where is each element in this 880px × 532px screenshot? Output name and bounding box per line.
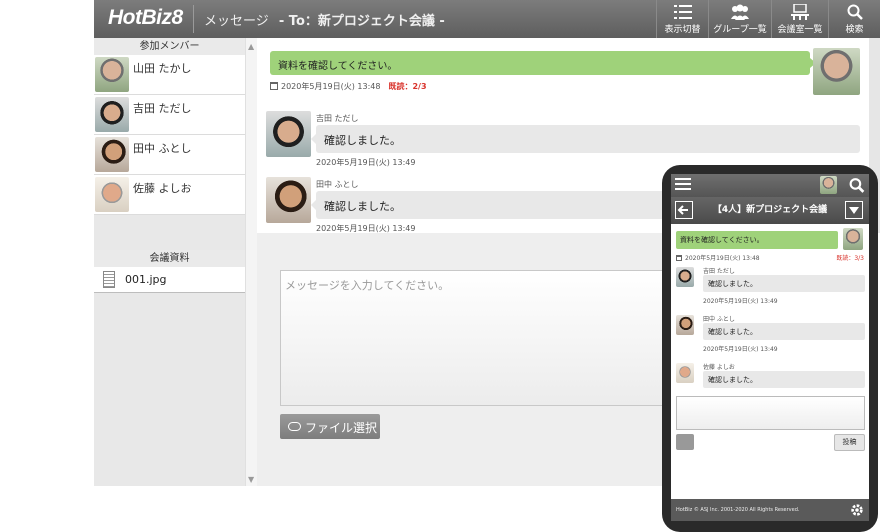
phone-header: [671, 174, 869, 197]
file-select-button[interactable]: ファイル選択: [280, 414, 380, 439]
member-name: 山田 たかし: [133, 62, 192, 75]
attachment-icon[interactable]: [676, 434, 694, 450]
post-button[interactable]: 投稿: [834, 434, 865, 451]
phone-screen: 【4人】新プロジェクト会議 資料を確認してください。 2020年5月19日(火)…: [671, 174, 869, 521]
phone-my-message: 資料を確認してください。: [676, 231, 838, 249]
search-label: 検索: [845, 25, 864, 35]
app-logo[interactable]: HotBiz8: [108, 6, 183, 30]
phone-conversation-title: 【4人】新プロジェクト会議: [712, 205, 828, 215]
member-item[interactable]: 佐藤 よしお: [94, 175, 245, 215]
sender-name: 田中 ふとし: [316, 180, 359, 189]
calendar-icon: [270, 82, 278, 90]
read-count[interactable]: 既読：2/3: [388, 82, 426, 91]
view-toggle-label: 表示切替: [664, 25, 701, 35]
view-toggle-button[interactable]: 表示切替: [656, 0, 708, 38]
member-name: 田中 ふとし: [133, 142, 192, 155]
sender-name: 吉田 ただし: [703, 268, 735, 275]
phone-my-message-meta: 2020年5月19日(火) 13:48 既読：3/3: [676, 253, 864, 262]
members-heading: 参加メンバー: [94, 38, 245, 55]
header-divider: [193, 5, 194, 33]
avatar: [676, 267, 694, 287]
message-date: 2020年5月19日(火) 13:49: [703, 346, 778, 353]
avatar: [95, 177, 129, 212]
header-bar: HotBiz8 メッセージ - To：新プロジェクト会議 - 表示切替 グループ…: [94, 0, 880, 38]
file-item[interactable]: 001.jpg: [94, 267, 245, 293]
phone-read-count[interactable]: 既読：3/3: [836, 253, 864, 262]
avatar: [676, 315, 694, 335]
message-bubble: 確認しました。: [703, 323, 865, 340]
search-icon[interactable]: [848, 177, 866, 194]
member-item[interactable]: 吉田 ただし: [94, 95, 245, 135]
copyright-text: HotBiz © ASJ Inc. 2001-2020 All Rights R…: [676, 507, 800, 513]
meeting-room-list-button[interactable]: 会議室一覧: [771, 0, 828, 38]
message-date: 2020年5月19日(火) 13:49: [316, 158, 416, 167]
file-name: 001.jpg: [125, 273, 167, 286]
search-button[interactable]: 検索: [828, 0, 880, 38]
gear-icon[interactable]: [850, 503, 864, 517]
search-icon: [847, 4, 863, 20]
phone-footer: HotBiz © ASJ Inc. 2001-2020 All Rights R…: [671, 499, 869, 521]
back-arrow-icon[interactable]: [675, 201, 693, 219]
avatar: [266, 111, 311, 157]
avatar[interactable]: [820, 176, 837, 194]
document-icon: [103, 271, 115, 288]
sidebar: 参加メンバー 山田 たかし 吉田 ただし 田中 ふとし 佐藤 よしお 会議資料 …: [94, 38, 245, 486]
my-message-date: 2020年5月19日(火) 13:48: [281, 82, 381, 91]
member-name: 吉田 ただし: [133, 102, 192, 115]
sidebar-scrollbar[interactable]: ▲ ▼: [245, 38, 257, 486]
menu-icon[interactable]: [675, 178, 691, 192]
screen: HotBiz8 メッセージ - To：新プロジェクト会議 - 表示切替 グループ…: [0, 0, 880, 532]
sender-name: 田中 ふとし: [703, 316, 735, 323]
files-heading: 会議資料: [94, 250, 245, 267]
message-date: 2020年5月19日(火) 13:49: [316, 224, 416, 233]
phone-title-bar: 【4人】新プロジェクト会議: [671, 197, 869, 224]
meeting-room-list-label: 会議室一覧: [777, 25, 823, 35]
group-icon: [731, 4, 749, 20]
section-label: メッセージ: [204, 14, 269, 29]
my-message-meta: 2020年5月19日(火) 13:48 既読：2/3: [270, 81, 427, 92]
scroll-down-icon[interactable]: ▼: [248, 475, 254, 484]
message-bubble: 確認しました。: [311, 125, 860, 153]
list-icon: [673, 5, 692, 19]
phone-mockup: 【4人】新プロジェクト会議 資料を確認してください。 2020年5月19日(火)…: [662, 165, 878, 532]
sender-name: 佐藤 よしお: [703, 364, 735, 371]
avatar: [95, 57, 129, 92]
member-item[interactable]: 田中 ふとし: [94, 135, 245, 175]
calendar-icon: [676, 255, 682, 261]
avatar: [676, 363, 694, 383]
avatar: [843, 228, 863, 250]
group-list-label: グループ一覧: [713, 25, 767, 35]
dropdown-icon[interactable]: [845, 201, 863, 219]
scroll-up-icon[interactable]: ▲: [248, 42, 254, 51]
member-name: 佐藤 よしお: [133, 182, 192, 195]
my-message-bubble: 資料を確認してください。: [270, 51, 816, 75]
avatar: [95, 97, 129, 132]
file-select-label: ファイル選択: [305, 421, 378, 435]
attachment-icon: [288, 422, 301, 431]
member-item[interactable]: 山田 たかし: [94, 55, 245, 95]
phone-my-message-date: 2020年5月19日(火) 13:48: [685, 255, 760, 262]
meeting-room-icon: [791, 4, 809, 20]
phone-message-input[interactable]: [676, 396, 865, 430]
avatar: [266, 177, 311, 223]
message-bubble: 確認しました。: [703, 371, 865, 388]
avatar: [95, 137, 129, 172]
avatar: [813, 48, 860, 95]
sender-name: 吉田 ただし: [316, 114, 359, 123]
message-date: 2020年5月19日(火) 13:49: [703, 298, 778, 305]
message-bubble: 確認しました。: [703, 275, 865, 292]
conversation-title: - To：新プロジェクト会議 -: [278, 14, 445, 29]
group-list-button[interactable]: グループ一覧: [708, 0, 771, 38]
page-title: メッセージ - To：新プロジェクト会議 -: [204, 10, 445, 29]
